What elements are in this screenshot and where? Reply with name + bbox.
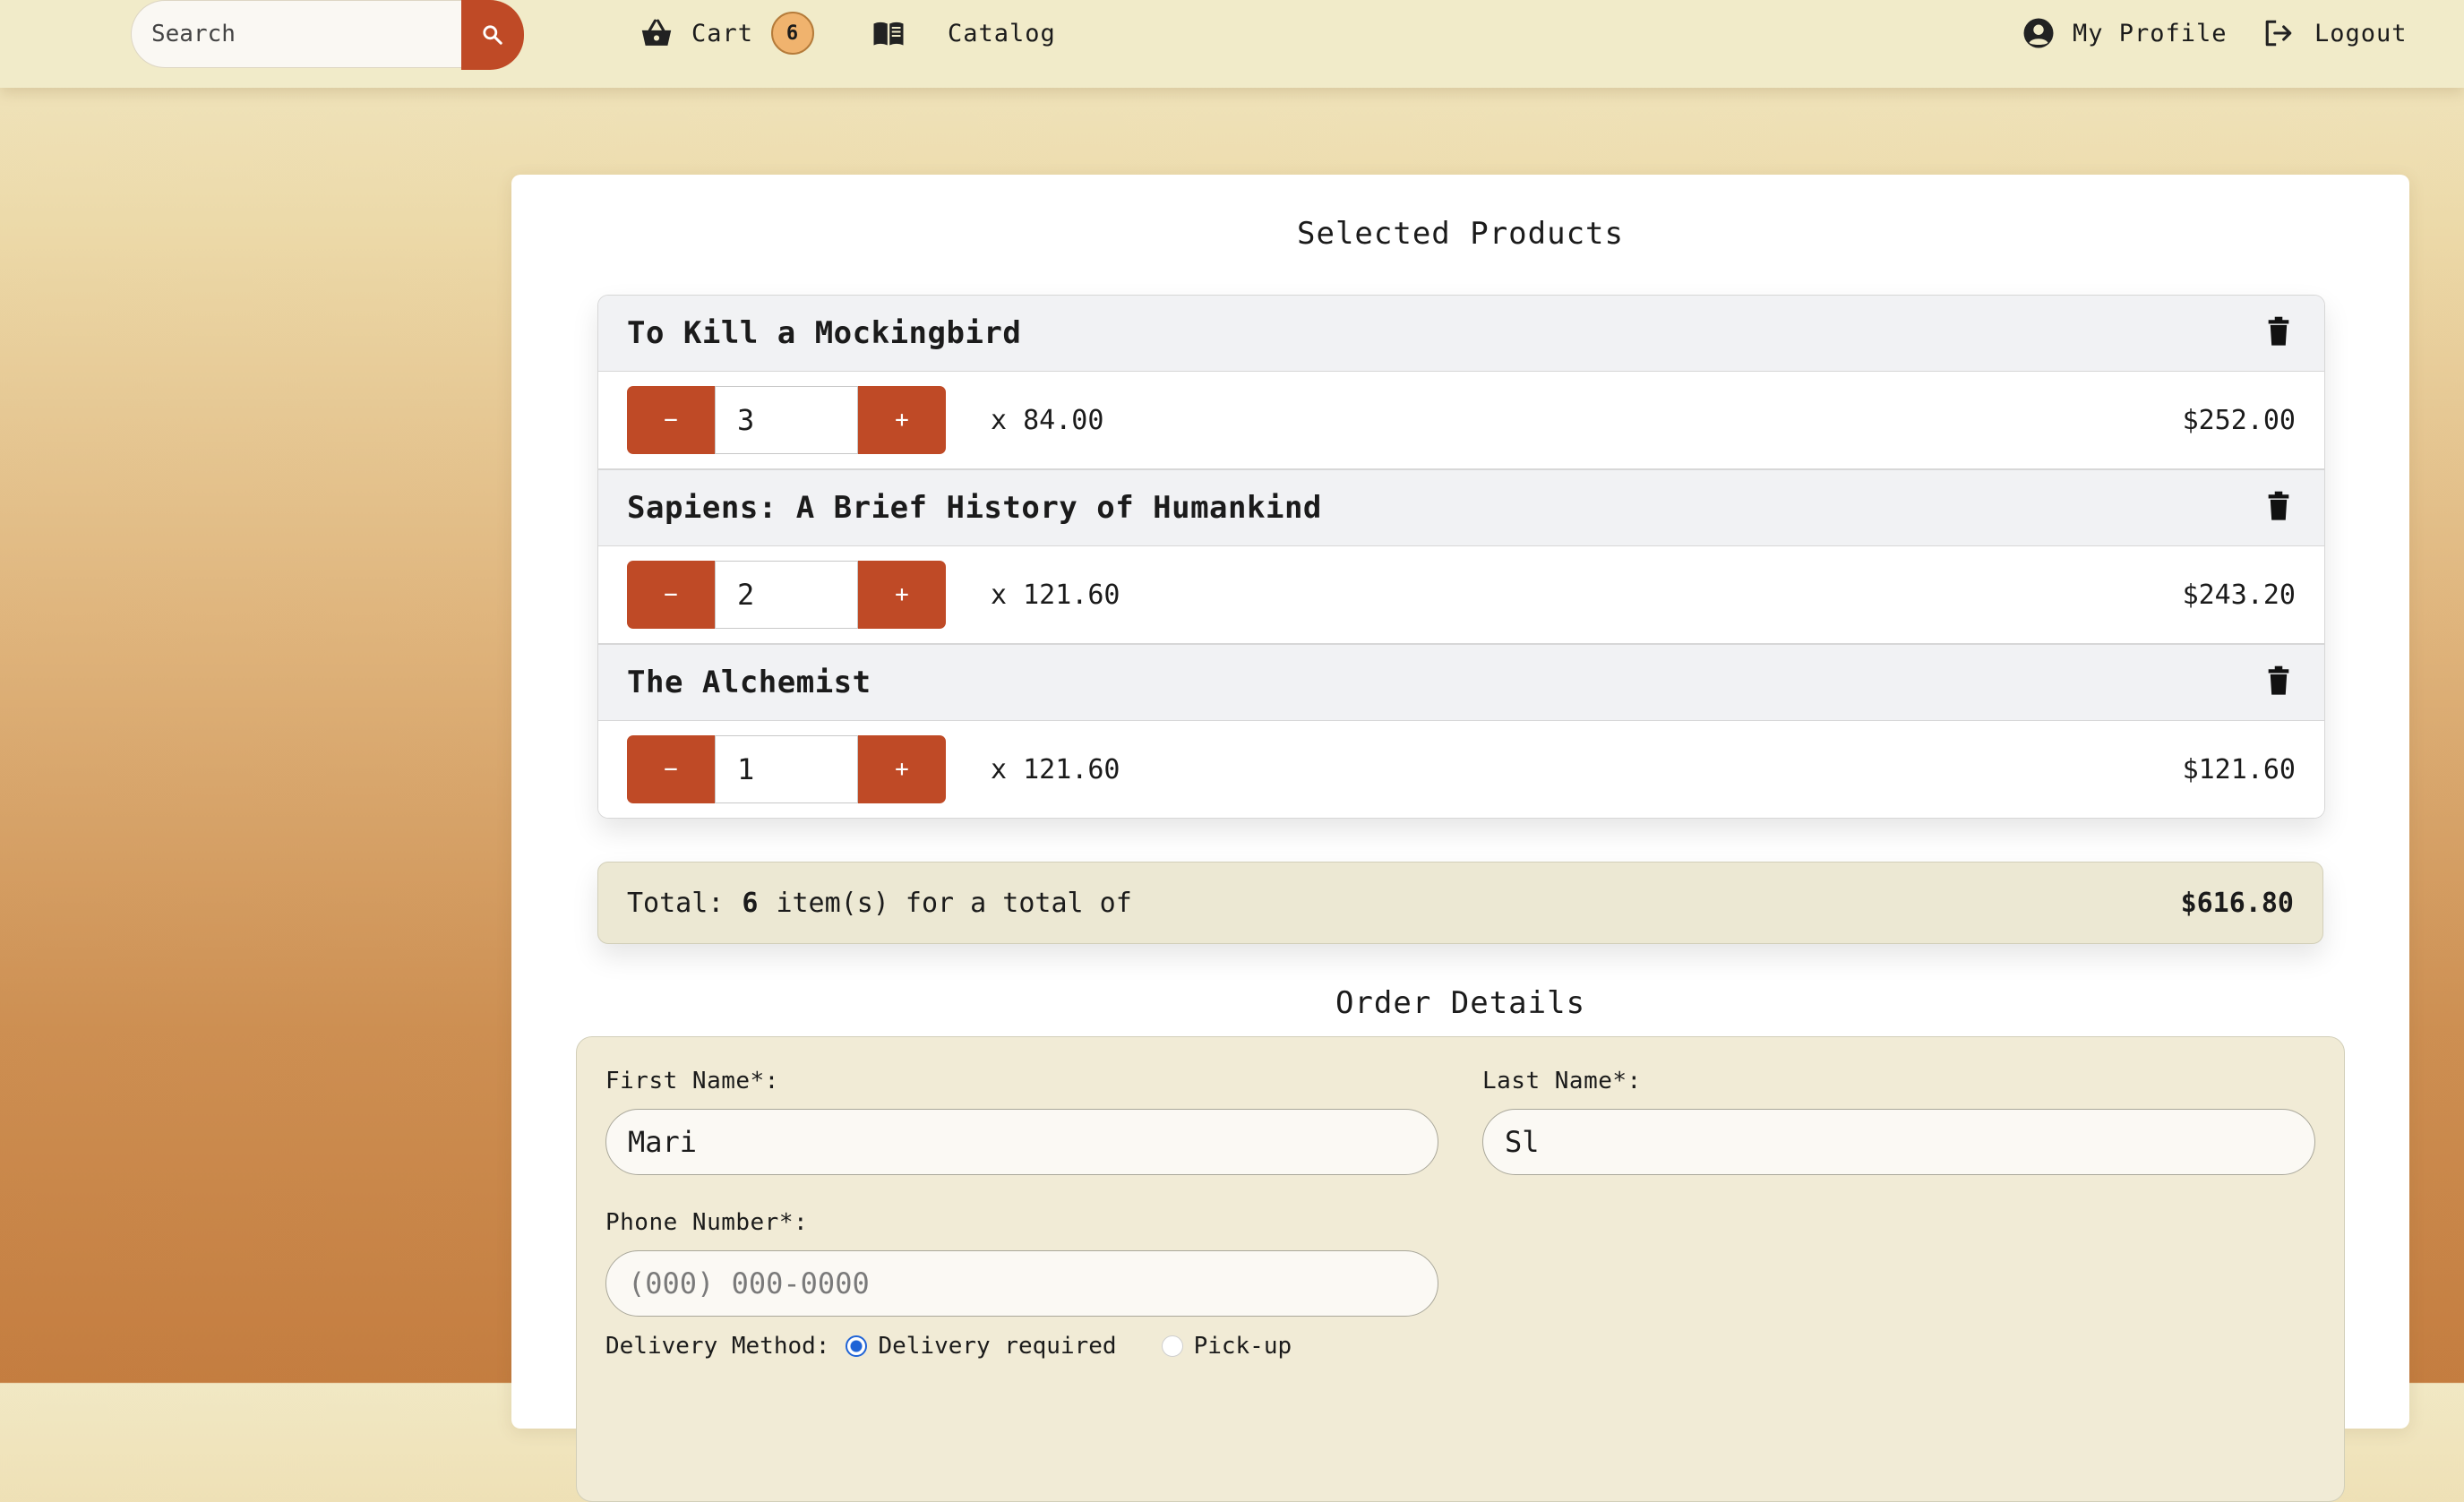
product-name: Sapiens: A Brief History of Humankind — [627, 490, 1322, 526]
quantity-input[interactable] — [715, 561, 858, 629]
search-box — [131, 0, 525, 70]
trash-icon — [2268, 491, 2289, 520]
decrease-quantity-button[interactable]: − — [627, 561, 715, 629]
my-profile-link[interactable]: My Profile — [2022, 0, 2228, 66]
decrease-quantity-button[interactable]: − — [627, 386, 715, 454]
cart-items-list: To Kill a Mockingbird − + x 84.00 $252.0… — [597, 295, 2325, 819]
grand-total: $616.80 — [2180, 887, 2294, 919]
cart-item-header: Sapiens: A Brief History of Humankind — [598, 469, 2324, 546]
trash-icon — [2268, 316, 2289, 346]
increase-quantity-button[interactable]: + — [858, 386, 946, 454]
delivery-method-label: Delivery Method: — [605, 1333, 830, 1360]
cart-item-header: The Alchemist — [598, 644, 2324, 721]
delete-item-button[interactable] — [2265, 491, 2296, 525]
unit-price: x 121.60 — [991, 753, 1120, 785]
my-profile-label: My Profile — [2073, 19, 2228, 47]
delivery-required-label[interactable]: Delivery required — [878, 1333, 1116, 1360]
catalog-link[interactable]: Catalog — [872, 0, 1056, 66]
cart-item-row: − + x 121.60 $121.60 — [598, 721, 2324, 818]
order-details-title: Order Details — [1335, 985, 1586, 1021]
cart-count-badge: 6 — [771, 12, 815, 55]
cart-item-header: To Kill a Mockingbird — [598, 296, 2324, 372]
selected-products-title: Selected Products — [1297, 216, 1624, 252]
logout-link[interactable]: Logout — [2262, 0, 2408, 66]
quantity-input[interactable] — [715, 386, 858, 454]
cart-label: Cart — [691, 19, 754, 47]
increase-quantity-button[interactable]: + — [858, 735, 946, 803]
logout-label: Logout — [2314, 19, 2408, 47]
checkout-card: Selected Products To Kill a Mockingbird … — [511, 175, 2409, 1502]
product-name: To Kill a Mockingbird — [627, 315, 1022, 351]
delivery-required-radio[interactable] — [846, 1335, 868, 1357]
cart-link[interactable]: Cart 6 — [640, 0, 815, 66]
cart-total-summary: Total: 6 item(s) for a total of $616.80 — [597, 862, 2323, 944]
unit-price: x 84.00 — [991, 404, 1104, 436]
decrease-quantity-button[interactable]: − — [627, 735, 715, 803]
order-details-form: First Name*: Last Name*: Phone Number*: … — [576, 1036, 2345, 1502]
search-icon — [483, 25, 502, 45]
logout-icon — [2265, 20, 2292, 47]
last-name-label: Last Name*: — [1482, 1068, 1642, 1094]
product-name: The Alchemist — [627, 665, 871, 700]
unit-price: x 121.60 — [991, 579, 1120, 611]
pick-up-label[interactable]: Pick-up — [1194, 1333, 1292, 1360]
phone-number-field[interactable] — [605, 1250, 1438, 1317]
search-button[interactable] — [461, 0, 524, 70]
pick-up-radio[interactable] — [1161, 1335, 1183, 1357]
delivery-method-group: Delivery Method: Delivery required Pick-… — [605, 1333, 1292, 1360]
first-name-field[interactable] — [605, 1109, 1438, 1175]
total-prefix: Total: — [627, 887, 725, 919]
total-item-count: 6 — [742, 887, 759, 919]
search-input[interactable] — [131, 0, 462, 68]
delete-item-button[interactable] — [2265, 316, 2296, 350]
shopping-basket-icon — [641, 19, 672, 46]
quantity-input[interactable] — [715, 735, 858, 803]
delete-item-button[interactable] — [2265, 665, 2296, 700]
line-total: $243.20 — [2182, 579, 2296, 611]
top-navigation-bar: Cart 6 Catalog My Profile Logout — [0, 0, 2464, 88]
line-total: $252.00 — [2182, 404, 2296, 436]
trash-icon — [2268, 665, 2289, 695]
first-name-label: First Name*: — [605, 1068, 779, 1094]
book-icon — [873, 21, 904, 46]
last-name-field[interactable] — [1482, 1109, 2315, 1175]
user-account-icon — [2023, 18, 2054, 48]
cart-item-row: − + x 121.60 $243.20 — [598, 546, 2324, 644]
total-suffix: item(s) for a total of — [776, 887, 1132, 919]
cart-item-row: − + x 84.00 $252.00 — [598, 372, 2324, 469]
increase-quantity-button[interactable]: + — [858, 561, 946, 629]
catalog-label: Catalog — [948, 19, 1056, 47]
phone-number-label: Phone Number*: — [605, 1209, 809, 1236]
line-total: $121.60 — [2182, 753, 2296, 785]
